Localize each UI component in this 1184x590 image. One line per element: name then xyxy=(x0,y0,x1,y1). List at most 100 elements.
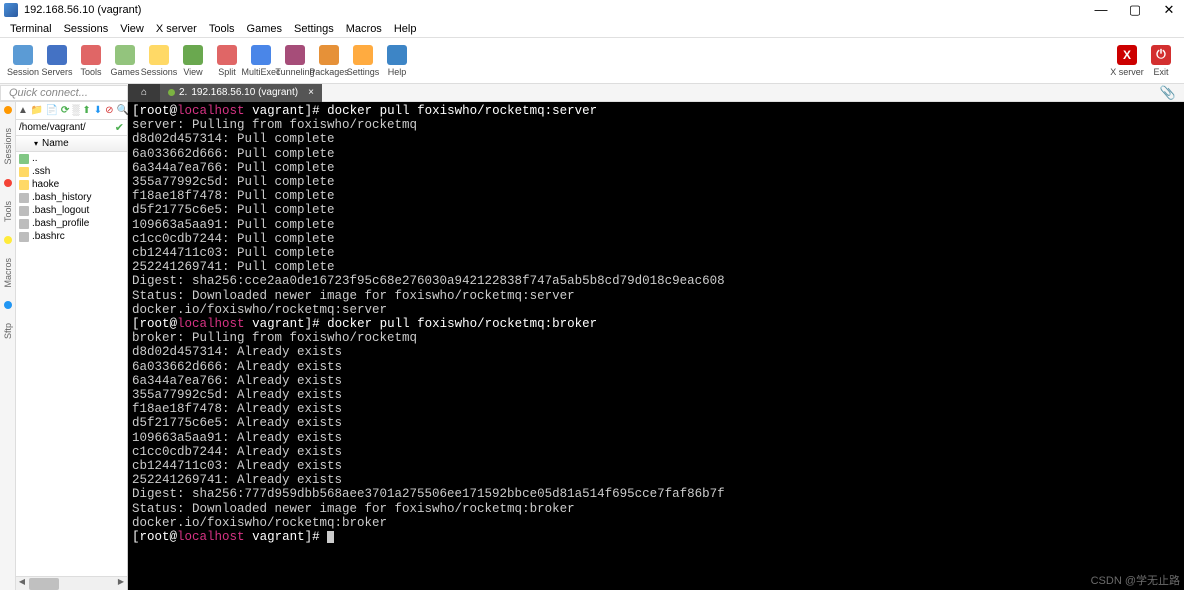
tool-servers[interactable]: Servers xyxy=(40,45,74,77)
tool-label: View xyxy=(183,67,202,77)
tab-label: 192.168.56.10 (vagrant) xyxy=(191,87,298,98)
window-titlebar: 192.168.56.10 (vagrant) — ▢ ✕ xyxy=(0,0,1184,20)
files-icon[interactable]: 📄 xyxy=(46,105,58,117)
search-icon[interactable]: 🔍 xyxy=(117,105,129,117)
tool-tools[interactable]: Tools xyxy=(74,45,108,77)
upload-icon[interactable]: ⬆ xyxy=(82,105,90,117)
close-button[interactable]: ✕ xyxy=(1162,2,1176,18)
tool-label: Tools xyxy=(80,67,101,77)
terminal-pane[interactable]: [root@localhost vagrant]# docker pull fo… xyxy=(128,102,1184,590)
tool-split[interactable]: Split xyxy=(210,45,244,77)
menu-terminal[interactable]: Terminal xyxy=(10,23,52,35)
tools-icon xyxy=(81,45,101,65)
sftp-item-name: .bash_profile xyxy=(32,218,89,229)
sftp-item[interactable]: .bashrc xyxy=(16,230,127,243)
sftp-item[interactable]: .. xyxy=(16,152,127,165)
exit-icon: ⏻ xyxy=(1151,45,1171,65)
tool-tunneling[interactable]: Tunneling xyxy=(278,45,312,77)
games-icon xyxy=(115,45,135,65)
file-icon xyxy=(19,232,29,242)
tool-settings[interactable]: Settings xyxy=(346,45,380,77)
maximize-button[interactable]: ▢ xyxy=(1128,2,1142,18)
tool-packages[interactable]: Packages xyxy=(312,45,346,77)
tool-label: Help xyxy=(388,67,407,77)
tool-label: X server xyxy=(1110,67,1144,77)
file-icon xyxy=(19,193,29,203)
file-icon xyxy=(19,219,29,229)
settings-icon xyxy=(353,45,373,65)
x-server-icon: X xyxy=(1117,45,1137,65)
clip-icon[interactable]: 📎 xyxy=(1160,85,1176,101)
sftp-path-bar[interactable]: /home/vagrant/ ✔ xyxy=(16,120,127,136)
cancel-icon[interactable]: ⊘ xyxy=(105,105,113,117)
download-icon[interactable]: ⬇ xyxy=(94,105,102,117)
sftp-scrollbar[interactable]: ◀▶ xyxy=(16,576,127,590)
sftp-item[interactable]: .bash_profile xyxy=(16,217,127,230)
folder-icon[interactable]: 📁 xyxy=(31,105,43,117)
tool-label: Sessions xyxy=(141,67,178,77)
menu-tools[interactable]: Tools xyxy=(209,23,235,35)
tool-multiexec[interactable]: MultiExec xyxy=(244,45,278,77)
multiexec-icon xyxy=(251,45,271,65)
session-icon xyxy=(13,45,33,65)
tool-sessions[interactable]: Sessions xyxy=(142,45,176,77)
refresh-icon[interactable]: ⟳ xyxy=(61,105,69,117)
tool-label: Session xyxy=(7,67,39,77)
tool-session[interactable]: Session xyxy=(6,45,40,77)
tool-label: Games xyxy=(110,67,139,77)
tool-label: Exit xyxy=(1153,67,1168,77)
quick-connect-bar: Quick connect... ⌂ 2. 192.168.56.10 (vag… xyxy=(0,84,1184,102)
tab-session-active[interactable]: 2. 192.168.56.10 (vagrant) × xyxy=(160,84,322,102)
tunneling-icon xyxy=(285,45,305,65)
sidetab-macros[interactable]: Macros xyxy=(3,258,13,288)
tool-games[interactable]: Games xyxy=(108,45,142,77)
check-icon: ✔ xyxy=(115,121,124,134)
file-icon xyxy=(19,206,29,216)
sftp-column-header[interactable]: ▾Name xyxy=(16,136,127,152)
app-icon xyxy=(4,3,18,17)
sftp-path: /home/vagrant/ xyxy=(19,122,86,133)
nav-up-icon[interactable]: ▲ xyxy=(18,105,28,117)
folder-icon xyxy=(19,180,29,190)
tool-view[interactable]: View xyxy=(176,45,210,77)
view-icon xyxy=(183,45,203,65)
sftp-item-name: .. xyxy=(32,153,38,164)
sidetab-sessions[interactable]: Sessions xyxy=(3,128,13,165)
tool-exit[interactable]: ⏻ Exit xyxy=(1144,45,1178,77)
menu-games[interactable]: Games xyxy=(247,23,282,35)
menu-macros[interactable]: Macros xyxy=(346,23,382,35)
sidetab-sftp[interactable]: Sftp xyxy=(3,323,13,339)
sftp-item-name: .bash_logout xyxy=(32,205,89,216)
sidetab-tools[interactable]: Tools xyxy=(3,201,13,222)
sessions-icon xyxy=(149,45,169,65)
sftp-item-name: .ssh xyxy=(32,166,50,177)
window-title: 192.168.56.10 (vagrant) xyxy=(24,4,141,16)
menu-x-server[interactable]: X server xyxy=(156,23,197,35)
bullet-icon xyxy=(4,301,12,309)
tab-home[interactable]: ⌂ xyxy=(128,84,160,102)
sftp-item[interactable]: .bash_logout xyxy=(16,204,127,217)
watermark: CSDN @学无止路 xyxy=(1091,572,1180,588)
menu-settings[interactable]: Settings xyxy=(294,23,334,35)
menu-view[interactable]: View xyxy=(120,23,144,35)
view-icon[interactable]: ░ xyxy=(72,105,79,117)
tab-close-icon[interactable]: × xyxy=(308,87,314,98)
collapse-icon: ▾ xyxy=(34,139,38,148)
bullet-icon xyxy=(4,236,12,244)
minimize-button[interactable]: — xyxy=(1094,2,1108,18)
folder-icon xyxy=(19,167,29,177)
packages-icon xyxy=(319,45,339,65)
sftp-item[interactable]: .ssh xyxy=(16,165,127,178)
tool-x-server[interactable]: X X server xyxy=(1110,45,1144,77)
main-toolbar: SessionServers Tools GamesSessions View Spli… xyxy=(0,38,1184,84)
menu-help[interactable]: Help xyxy=(394,23,417,35)
sftp-toolbar: ▲ 📁 📄 ⟳ ░ ⬆ ⬇ ⊘ 🔍 xyxy=(16,102,127,120)
sftp-item[interactable]: haoke xyxy=(16,178,127,191)
sftp-panel: ▲ 📁 📄 ⟳ ░ ⬆ ⬇ ⊘ 🔍 /home/vagrant/ ✔ ▾Name… xyxy=(16,102,128,590)
quick-connect-input[interactable]: Quick connect... xyxy=(0,85,128,101)
servers-icon xyxy=(47,45,67,65)
menu-sessions[interactable]: Sessions xyxy=(64,23,109,35)
sftp-item[interactable]: .bash_history xyxy=(16,191,127,204)
tool-help[interactable]: Help xyxy=(380,45,414,77)
sftp-file-list: .. .sshhaoke.bash_history.bash_logout .bas… xyxy=(16,152,127,576)
